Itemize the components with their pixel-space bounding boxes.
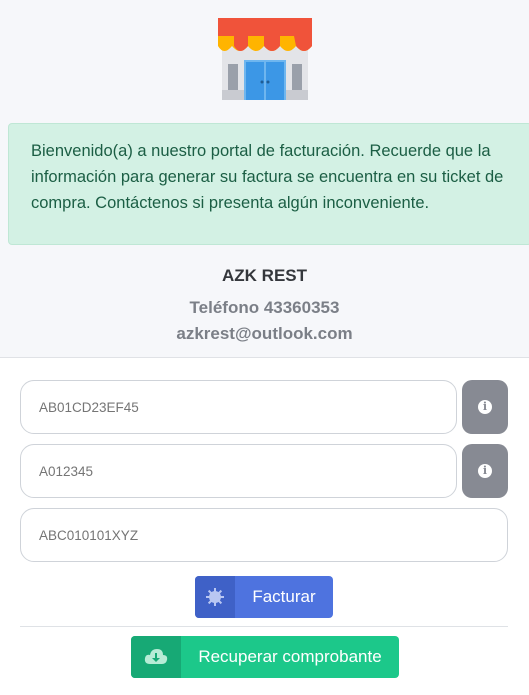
facturar-button[interactable]: Facturar — [195, 576, 333, 618]
welcome-alert: Bienvenido(a) a nuestro portal de factur… — [8, 123, 529, 245]
welcome-message: Bienvenido(a) a nuestro portal de factur… — [31, 142, 504, 212]
rfc-input[interactable] — [20, 508, 508, 562]
business-phone: Teléfono 43360353 — [189, 298, 340, 317]
ticket-number-input[interactable] — [20, 380, 457, 434]
info-circle-icon: i — [478, 464, 492, 478]
recuperar-comprobante-button[interactable]: Recuperar comprobante — [131, 636, 399, 678]
recuperar-button-label: Recuperar comprobante — [198, 647, 382, 666]
header-section: Bienvenido(a) a nuestro portal de factur… — [0, 0, 529, 357]
business-name: AZK REST — [222, 266, 307, 285]
gear-icon — [195, 576, 235, 618]
info-circle-icon: i — [478, 400, 492, 414]
code-info-button[interactable]: i — [462, 444, 508, 498]
ticket-info-button[interactable]: i — [462, 380, 508, 434]
cloud-download-icon — [131, 636, 181, 678]
business-email: azkrest@outlook.com — [176, 324, 353, 343]
code-input[interactable] — [20, 444, 457, 498]
facturar-button-label: Facturar — [252, 587, 316, 606]
form-divider — [20, 626, 508, 627]
storefront-icon — [218, 18, 312, 100]
